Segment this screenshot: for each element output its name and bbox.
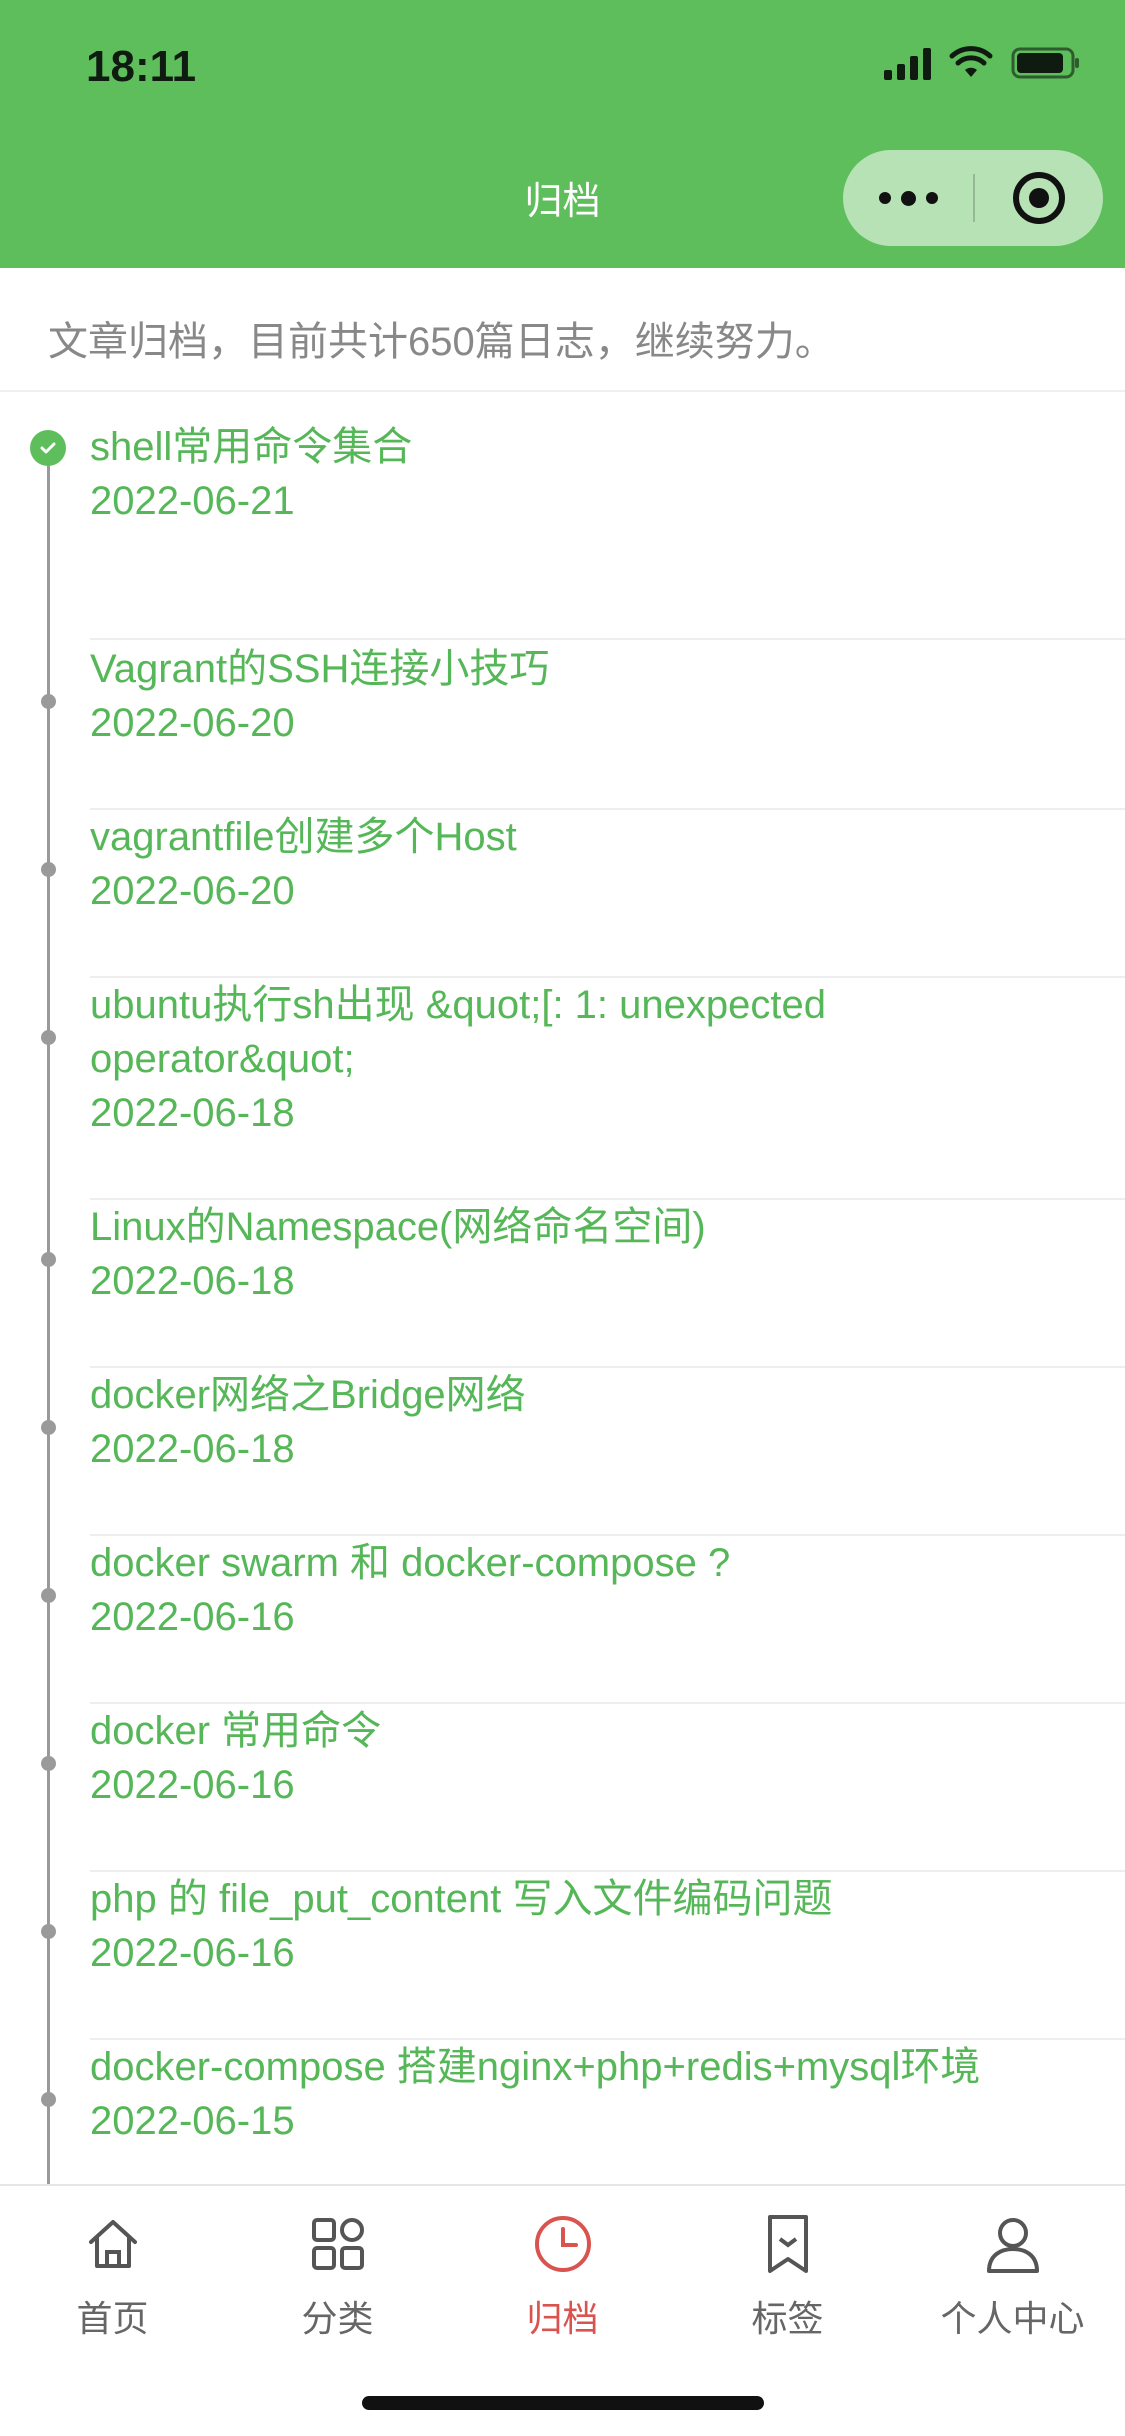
mini-program-capsule [843, 150, 1103, 246]
post-item[interactable]: ubuntu执行sh出现 &quot;[: 1: unexpected oper… [0, 978, 1125, 1200]
post-item[interactable]: docker-compose 搭建nginx+php+redis+mysql环境… [0, 2040, 1125, 2184]
timeline-dot [41, 1924, 56, 1939]
archive-page: 18:11 归档 文章归档，目前共计650篇日志，继续努力。 shell常用命令… [0, 0, 1125, 2436]
timeline-dot [41, 1588, 56, 1603]
post-title[interactable]: Vagrant的SSH连接小技巧 [90, 642, 1095, 696]
clock-icon [450, 2204, 675, 2284]
battery-icon [1011, 46, 1081, 80]
timeline-dot [41, 862, 56, 877]
home-indicator [362, 2396, 764, 2410]
post-date: 2022-06-16 [90, 1931, 295, 1975]
post-title[interactable]: php 的 file_put_content 写入文件编码问题 [90, 1872, 1095, 1926]
post-title[interactable]: vagrantfile创建多个Host [90, 810, 1095, 864]
timeline-dot [41, 1030, 56, 1045]
tab-tags[interactable]: 标签 [675, 2204, 900, 2364]
target-icon [1013, 172, 1065, 224]
tab-archive[interactable]: 归档 [450, 2204, 675, 2364]
post-item[interactable]: php 的 file_put_content 写入文件编码问题 2022-06-… [0, 1872, 1125, 2040]
timeline-dot [41, 1756, 56, 1771]
timeline: shell常用命令集合 2022-06-21 Vagrant的SSH连接小技巧 … [0, 392, 1125, 2184]
timeline-dot [41, 1252, 56, 1267]
post-title[interactable]: docker网络之Bridge网络 [90, 1368, 1095, 1422]
post-date: 2022-06-20 [90, 869, 295, 913]
post-title[interactable]: ubuntu执行sh出现 &quot;[: 1: unexpected oper… [90, 978, 975, 1086]
archive-summary: 文章归档，目前共计650篇日志，继续努力。 [0, 268, 1125, 392]
bookmark-icon [675, 2204, 900, 2284]
timeline-dot [41, 694, 56, 709]
post-item[interactable]: docker 常用命令 2022-06-16 [0, 1704, 1125, 1872]
header: 18:11 归档 [0, 0, 1125, 268]
post-title[interactable]: docker swarm 和 docker-compose ? [90, 1536, 1095, 1590]
divider [90, 638, 1125, 640]
tab-profile[interactable]: 个人中心 [900, 2204, 1125, 2364]
tab-category[interactable]: 分类 [225, 2204, 450, 2364]
post-item[interactable]: Linux的Namespace(网络命名空间) 2022-06-18 [0, 1200, 1125, 1368]
post-item[interactable]: Vagrant的SSH连接小技巧 2022-06-20 [0, 642, 1125, 810]
post-date: 2022-06-18 [90, 1259, 295, 1303]
post-date: 2022-06-21 [90, 479, 295, 523]
post-item[interactable]: docker网络之Bridge网络 2022-06-18 [0, 1368, 1125, 1536]
status-time: 18:11 [86, 42, 197, 91]
user-icon [900, 2204, 1125, 2284]
post-date: 2022-06-20 [90, 701, 295, 745]
post-date: 2022-06-16 [90, 1595, 295, 1639]
post-item[interactable]: vagrantfile创建多个Host 2022-06-20 [0, 810, 1125, 978]
tab-label: 首页 [76, 2298, 149, 2339]
post-title[interactable]: Linux的Namespace(网络命名空间) [90, 1200, 1095, 1254]
post-title[interactable]: shell常用命令集合 [90, 420, 1095, 474]
post-date: 2022-06-15 [90, 2099, 295, 2143]
timeline-dot [41, 1420, 56, 1435]
close-button[interactable] [975, 150, 1103, 246]
tab-label: 归档 [526, 2298, 599, 2339]
post-date: 2022-06-16 [90, 1763, 295, 1807]
post-date: 2022-06-18 [90, 1091, 295, 1135]
post-date: 2022-06-18 [90, 1427, 295, 1471]
post-item[interactable]: shell常用命令集合 2022-06-21 [0, 420, 1125, 642]
post-title[interactable]: docker-compose 搭建nginx+php+redis+mysql环境 [90, 2040, 1095, 2094]
more-button[interactable] [843, 150, 973, 246]
grid-icon [225, 2204, 450, 2284]
tab-label: 个人中心 [940, 2298, 1085, 2339]
wifi-icon [949, 46, 993, 80]
home-icon [0, 2204, 225, 2284]
tab-label: 标签 [751, 2298, 824, 2339]
status-icons [884, 46, 1081, 80]
tab-home[interactable]: 首页 [0, 2204, 225, 2364]
signal-icon [884, 46, 931, 80]
timeline-dot [41, 2092, 56, 2107]
post-item[interactable]: docker swarm 和 docker-compose ? 2022-06-… [0, 1536, 1125, 1704]
post-title[interactable]: docker 常用命令 [90, 1704, 1095, 1758]
tab-label: 分类 [301, 2298, 374, 2339]
